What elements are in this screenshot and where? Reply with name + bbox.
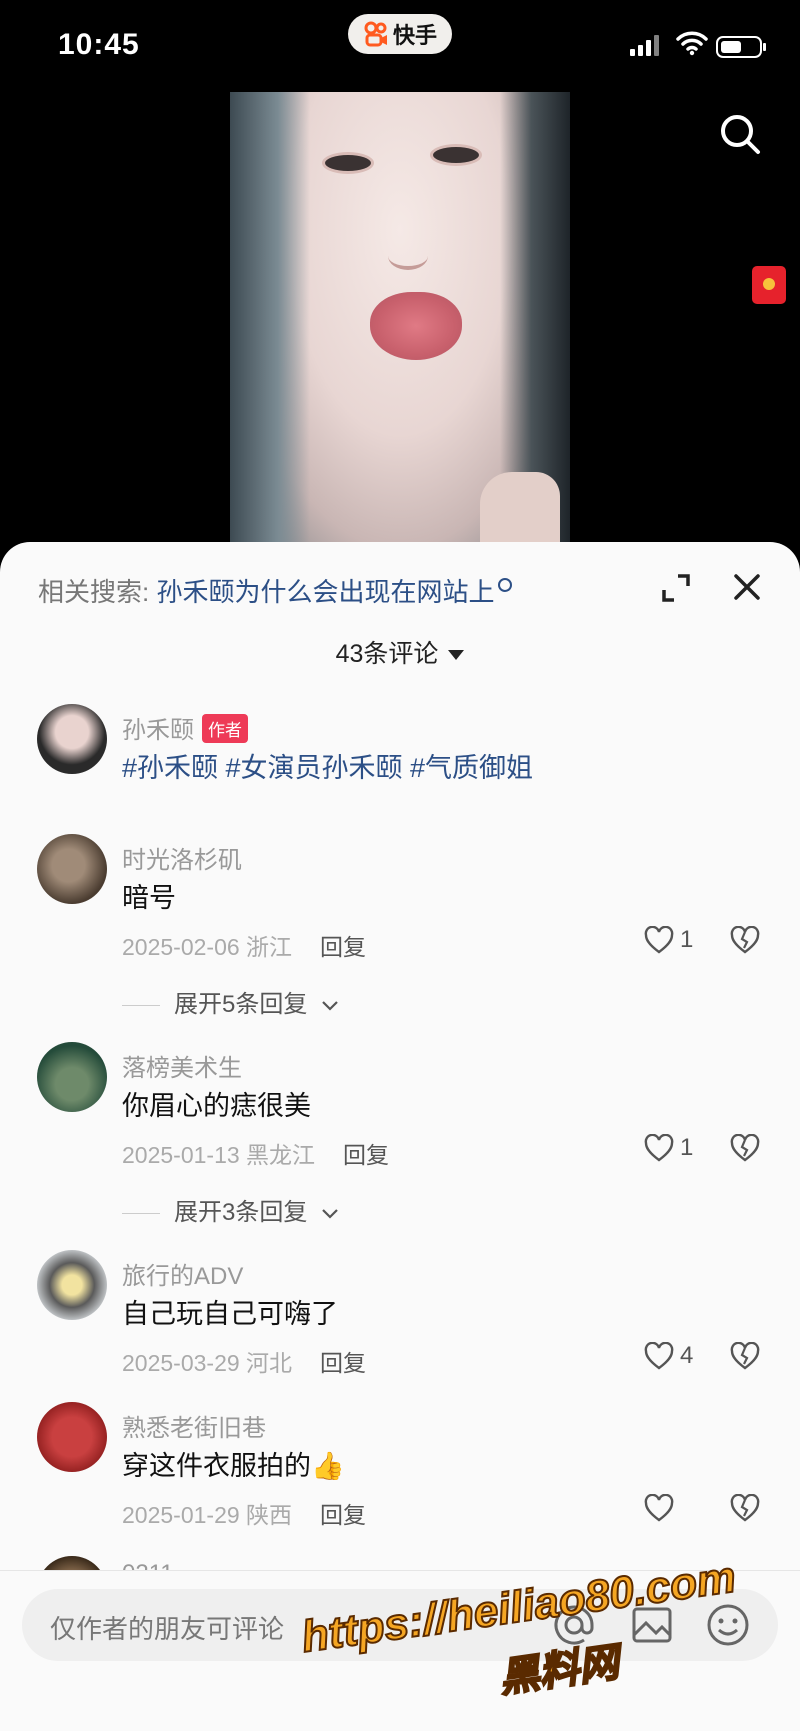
related-search[interactable]: 相关搜索: 孙禾颐为什么会出现在网站上 [38,572,513,609]
dislike-heart-icon[interactable] [730,1134,760,1162]
comment-text[interactable]: 暗号 [122,876,176,915]
image-icon[interactable] [628,1601,676,1649]
comment-username[interactable]: 旅行的ADV [122,1256,243,1291]
caret-down-icon [448,650,465,661]
comment-username[interactable]: 时光洛杉矶 [122,840,242,875]
comment-text[interactable]: 自己玩自己可嗨了 [122,1292,338,1331]
like-button[interactable]: 1 [644,1134,693,1162]
author-badge: 作者 [202,714,248,743]
reply-button[interactable]: 回复 [320,934,366,960]
dislike-heart-icon[interactable] [730,926,760,954]
comment-input[interactable]: 仅作者的朋友可评论 [22,1589,778,1661]
avatar[interactable] [37,1042,107,1112]
comment-text[interactable]: 你眉心的痣很美 [122,1084,311,1123]
like-button[interactable]: 1 [644,926,693,954]
status-time: 10:45 [58,28,140,61]
expand-replies-button[interactable]: 展开5条回复 [122,984,340,1019]
related-search-label: 相关搜索: [38,577,150,607]
avatar[interactable] [37,1250,107,1320]
kuaishou-logo-icon [363,21,389,47]
heart-icon [644,1342,674,1370]
like-button[interactable]: 4 [644,1342,693,1370]
like-button[interactable] [644,1494,680,1522]
app-indicator-pill[interactable]: 快手 [348,14,452,54]
reply-button[interactable]: 回复 [343,1142,389,1168]
comment-username[interactable]: 落榜美术生 [122,1048,242,1083]
comment-input-placeholder: 仅作者的朋友可评论 [50,1614,285,1644]
comment-date: 2025-03-29 河北 [122,1350,293,1376]
reply-button[interactable]: 回复 [320,1502,366,1528]
expand-icon[interactable] [660,572,692,604]
close-icon[interactable] [730,570,764,604]
search-icon[interactable] [718,112,762,156]
battery-icon [716,36,766,58]
like-count: 1 [680,1134,694,1161]
comment-input-bar: 仅作者的朋友可评论 [0,1570,800,1731]
comment-text[interactable]: 穿这件衣服拍的👍 [122,1444,345,1483]
avatar[interactable] [37,1402,107,1472]
emoji-icon[interactable] [704,1601,752,1649]
comment-text[interactable]: #孙禾颐 #女演员孙禾颐 #气质御姐 [122,746,533,785]
at-icon[interactable] [550,1601,598,1649]
comment-username[interactable]: 熟悉老街旧巷 [122,1408,266,1443]
like-count: 4 [680,1342,694,1369]
red-packet-icon[interactable] [752,266,786,304]
dislike-heart-icon[interactable] [730,1494,760,1522]
reply-button[interactable]: 回复 [320,1350,366,1376]
heart-icon [644,926,674,954]
heart-icon [644,1134,674,1162]
chevron-down-icon [322,1208,338,1219]
avatar[interactable] [37,704,107,774]
heart-icon [644,1494,674,1522]
cellular-signal-icon [630,34,659,56]
comment-username[interactable]: 孙禾颐 [122,717,194,744]
comment-sheet: 相关搜索: 孙禾颐为什么会出现在网站上 43条评论 孙禾颐 作者 #孙禾颐 #女演… [0,542,800,1731]
dislike-heart-icon[interactable] [730,1342,760,1370]
comment-date: 2025-01-29 陕西 [122,1502,293,1528]
app-name: 快手 [392,23,437,48]
related-search-keyword[interactable]: 孙禾颐为什么会出现在网站上 [156,577,494,607]
wifi-icon [676,31,708,56]
expand-replies-button[interactable]: 展开3条回复 [122,1192,340,1227]
status-bar: 10:45 快手 [0,0,800,92]
chevron-down-icon [322,1000,338,1011]
avatar[interactable] [37,834,107,904]
comment-count-dropdown[interactable]: 43条评论 [0,634,800,670]
video-player[interactable] [230,92,570,552]
comment-date: 2025-01-13 黑龙江 [122,1142,316,1168]
search-icon [498,578,513,592]
comment-date: 2025-02-06 浙江 [122,934,293,960]
like-count: 1 [680,926,694,953]
